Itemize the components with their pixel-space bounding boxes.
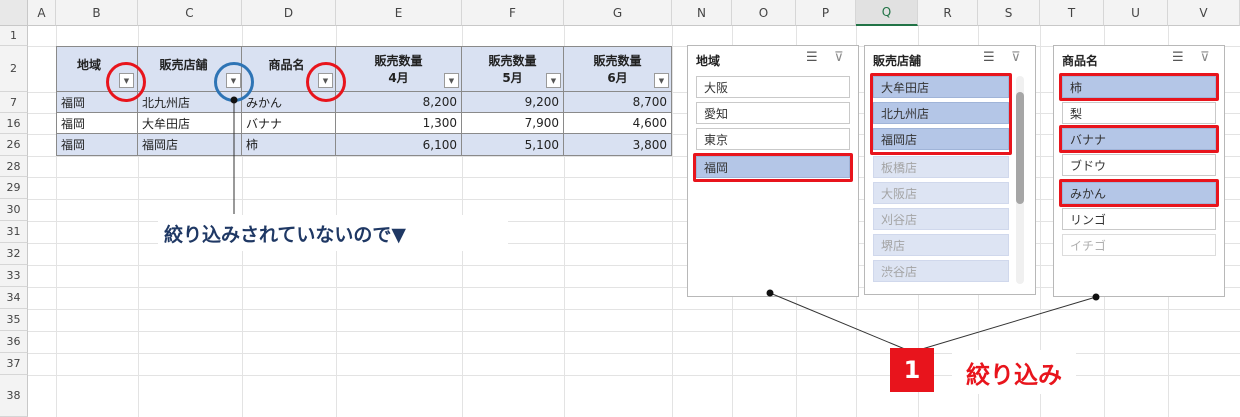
callout-number-badge: 1 [890, 348, 934, 392]
callout-label: 絞り込み [952, 350, 1076, 394]
spreadsheet: A B C D E F G N O P Q R S T U V 1 2 7 16… [0, 0, 1240, 417]
